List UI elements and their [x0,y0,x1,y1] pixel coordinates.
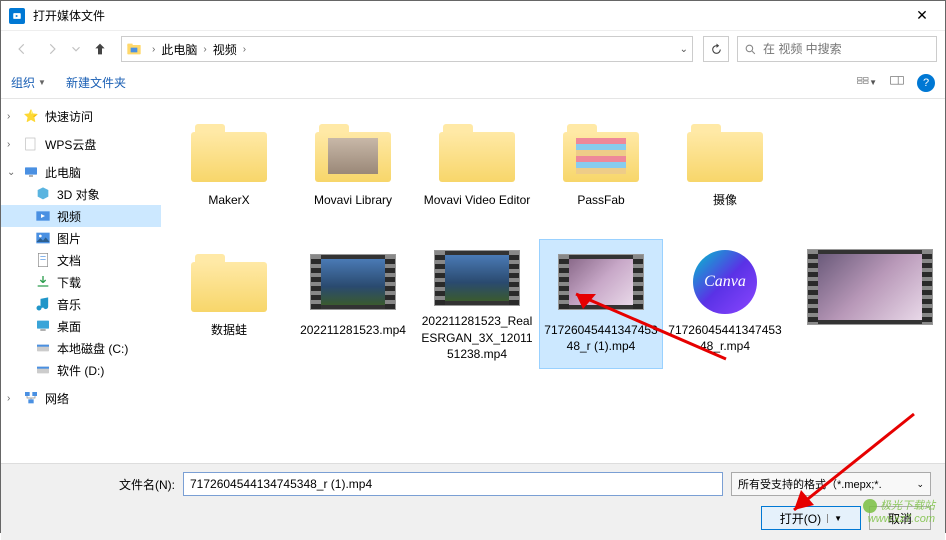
open-button[interactable]: 打开(O)▼ [761,506,861,530]
filename-label: 文件名(N): [15,476,175,493]
chevron-right-icon[interactable]: › [239,44,250,55]
app-icon [9,8,25,24]
content-area: ›⭐快速访问 ›WPS云盘 ⌄此电脑 3D 对象 视频 图片 文档 下载 音乐 … [1,99,945,463]
search-box[interactable] [737,36,937,62]
help-icon[interactable]: ? [917,74,935,92]
file-video-2[interactable]: 202211281523_RealESRGAN_3X_1201151238.mp… [415,239,539,369]
sidebar-item-3d[interactable]: 3D 对象 [1,183,161,205]
cube-icon [35,186,51,202]
sidebar-item-network[interactable]: ›网络 [1,387,161,409]
nav-forward-button[interactable] [39,36,65,62]
search-input[interactable] [763,42,930,56]
music-icon [35,296,51,312]
sidebar-item-diskd[interactable]: 软件 (D:) [1,359,161,381]
sidebar-item-documents[interactable]: 文档 [1,249,161,271]
sidebar-item-wps[interactable]: ›WPS云盘 [1,133,161,155]
file-video-1[interactable]: 202211281523.mp4 [291,239,415,369]
disk-icon [35,362,51,378]
sidebar-item-music[interactable]: 音乐 [1,293,161,315]
file-list[interactable]: MakerX Movavi Library Movavi Video Edito… [161,99,795,463]
sidebar-item-diskc[interactable]: 本地磁盘 (C:) [1,337,161,359]
folder-passfab[interactable]: PassFab [539,109,663,239]
sidebar-item-quick[interactable]: ›⭐快速访问 [1,105,161,127]
cloud-icon [23,136,39,152]
canva-icon: Canva [693,250,757,314]
new-folder-button[interactable]: 新建文件夹 [66,74,126,91]
file-type-filter[interactable]: 所有受支持的格式（*.mepx;*.⌄ [731,472,931,496]
picture-icon [35,230,51,246]
download-icon [35,274,51,290]
file-canva[interactable]: Canva 7172604544134745348_r.mp4 [663,239,787,369]
chevron-right-icon[interactable]: › [148,44,159,55]
search-icon [744,43,757,56]
filename-input[interactable] [183,472,723,496]
titlebar: 打开媒体文件 ✕ [1,1,945,31]
document-icon [35,252,51,268]
folder-shujuwa[interactable]: 数据蛙 [167,239,291,369]
sidebar-item-thispc[interactable]: ⌄此电脑 [1,161,161,183]
sidebar-item-downloads[interactable]: 下载 [1,271,161,293]
preview-thumbnail [807,249,933,325]
disk-icon [35,340,51,356]
organize-button[interactable]: 组织▼ [11,74,46,91]
desktop-icon [35,318,51,334]
preview-pane [795,99,945,463]
network-icon [23,390,39,406]
sidebar-item-pictures[interactable]: 图片 [1,227,161,249]
video-icon [35,208,51,224]
toolbar: 组织▼ 新建文件夹 ▼ ? [1,67,945,99]
refresh-button[interactable] [703,36,729,62]
footer: 文件名(N): 所有受支持的格式（*.mepx;*.⌄ 打开(O)▼ 取消 [1,463,945,540]
close-icon[interactable]: ✕ [907,7,937,24]
address-dropdown-icon[interactable]: ⌄ [680,44,688,55]
cancel-button[interactable]: 取消 [869,506,931,530]
nav-bar: › 此电脑 › 视频 › ⌄ [1,31,945,67]
view-thumbnails-icon[interactable]: ▼ [857,74,877,92]
sidebar-item-video[interactable]: 视频 [1,205,161,227]
crumb-thispc[interactable]: 此电脑 [159,41,199,58]
folder-movavi-video-editor[interactable]: Movavi Video Editor [415,109,539,239]
chevron-down-icon: ⌄ [916,479,924,490]
folder-movavi-library[interactable]: Movavi Library [291,109,415,239]
file-video-3[interactable]: 7172604544134745348_r (1).mp4 [539,239,663,369]
crumb-video[interactable]: 视频 [211,41,239,58]
folder-makerx[interactable]: MakerX [167,109,291,239]
address-bar[interactable]: › 此电脑 › 视频 › ⌄ [121,36,693,62]
folder-camera[interactable]: 摄像 [663,109,787,239]
chevron-right-icon[interactable]: › [199,44,210,55]
nav-recent-button[interactable] [69,36,83,62]
video-folder-icon [126,41,142,57]
window-title: 打开媒体文件 [33,7,907,24]
preview-pane-icon[interactable] [887,74,907,92]
nav-back-button[interactable] [9,36,35,62]
chevron-down-icon: ▼ [38,78,46,87]
star-icon: ⭐ [23,108,39,124]
chevron-down-icon: ▼ [827,514,842,523]
pc-icon [23,164,39,180]
nav-up-button[interactable] [87,36,113,62]
sidebar: ›⭐快速访问 ›WPS云盘 ⌄此电脑 3D 对象 视频 图片 文档 下载 音乐 … [1,99,161,463]
sidebar-item-desktop[interactable]: 桌面 [1,315,161,337]
